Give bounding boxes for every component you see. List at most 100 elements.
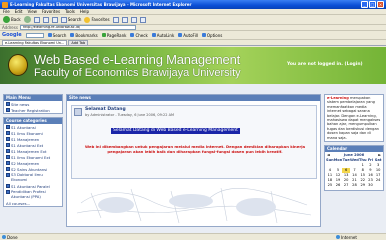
history-button[interactable] [112, 16, 119, 23]
folder-icon [6, 167, 10, 171]
status-zone: Internet [336, 235, 357, 240]
google-search-button[interactable]: Search [47, 32, 67, 38]
forward-button[interactable] [23, 16, 31, 23]
google-bookmarks-button[interactable]: Bookmarks [70, 33, 98, 38]
calendar-day[interactable]: 30 [367, 183, 375, 188]
calendar-day[interactable]: 25 [326, 183, 334, 188]
category-label: S1 Manajemen Ext [11, 148, 47, 154]
minimize-button[interactable]: _ [361, 1, 368, 8]
home-button[interactable] [51, 16, 58, 23]
edit-button[interactable] [139, 16, 146, 23]
calendar-prev-button[interactable]: ◄ [327, 153, 330, 157]
star-icon [84, 16, 91, 23]
site-banner: Web Based e-Learning Management Faculty … [0, 47, 386, 84]
google-autolink-button[interactable]: AutoLink [151, 33, 174, 38]
menu-edit[interactable]: Edit [15, 9, 23, 14]
google-search-input[interactable] [25, 32, 44, 38]
folder-icon [6, 149, 10, 153]
folder-icon [6, 137, 10, 141]
all-courses-link[interactable]: All courses... [4, 200, 62, 206]
folder-icon [6, 184, 10, 188]
calendar-day[interactable]: 27 [342, 183, 350, 188]
address-input[interactable]: http://elearning.fe.unibraw.ac.id/ [19, 25, 136, 30]
close-button[interactable]: × [377, 1, 384, 8]
page-icon [2, 235, 6, 239]
options-icon [201, 33, 206, 37]
post-title[interactable]: Selamat Datang [85, 107, 126, 112]
search-button[interactable]: Search [60, 16, 82, 23]
status-bar: Done Internet [0, 233, 386, 240]
about-emphasis: e-Learning [327, 96, 349, 100]
google-autofill-button[interactable]: AutoFill [178, 33, 198, 38]
add-tab-button[interactable]: Add Tab [68, 40, 89, 45]
calendar-day[interactable]: 29 [359, 183, 367, 188]
category-label: S3 Doktoral Ilmu Ekonomi [11, 172, 43, 182]
calendar-month[interactable]: June 2006 [344, 153, 364, 157]
status-done: Done [2, 235, 18, 240]
toolbar: Back Search Favorites [0, 15, 386, 25]
calendar-day[interactable]: 28 [350, 183, 359, 188]
menu-view[interactable]: View [27, 9, 37, 14]
window-controls: _ □ × [361, 1, 384, 8]
tab-elearning[interactable]: e-Learning Fakultas Ekonomi Un... [2, 40, 68, 45]
favorites-button[interactable]: Favorites [84, 16, 110, 23]
news-post: Selamat Datang by Administrator - Tuesda… [71, 105, 317, 179]
calendar-day[interactable]: 26 [334, 183, 343, 188]
refresh-button[interactable] [42, 16, 49, 23]
site-subtitle: Faculty of Economics Brawijaya Universit… [34, 67, 241, 79]
calendar-block: Calendar ◄ June 2006 ► Sun Mon Tue Wed Thu Fr… [324, 145, 384, 192]
page-icon [6, 108, 10, 112]
left-column: Main Menu Site news Teacher Registration… [3, 94, 63, 210]
calendar-day [374, 183, 382, 188]
browser-window: E-Learning Fakultas Ekonomi Universitas … [0, 0, 386, 240]
autofill-icon [178, 33, 183, 37]
bookmark-icon [70, 33, 75, 37]
author-avatar [74, 108, 82, 116]
menu-file[interactable]: File [3, 9, 10, 14]
google-pagerank-button[interactable]: PageRank [101, 33, 126, 38]
title-bar: E-Learning Fakultas Ekonomi Universitas … [0, 0, 386, 9]
category-item[interactable]: S3 Doktoral Ilmu Ekonomi [4, 172, 62, 183]
folder-icon [6, 173, 10, 177]
main-menu-label: Teacher Registration [11, 107, 50, 113]
autolink-icon [151, 33, 156, 37]
tab-row: e-Learning Fakultas Ekonomi Un... Add Ta… [0, 40, 386, 46]
search-label: Search [67, 17, 82, 22]
maximize-button[interactable]: □ [369, 1, 376, 8]
internet-zone-icon [336, 235, 340, 239]
calendar-next-button[interactable]: ► [378, 153, 381, 157]
stop-button[interactable] [33, 16, 40, 23]
google-search-label: Search [52, 32, 67, 38]
about-body: merupakan sistem pembelajaran yang meman… [327, 96, 381, 140]
menu-favorites[interactable]: Favorites [42, 9, 60, 14]
category-label: S1 Ilmu Ekonomi [11, 130, 43, 136]
google-options-label: Options [206, 32, 223, 38]
main-menu-label: Site news [11, 101, 30, 107]
print-button[interactable] [130, 16, 137, 23]
post-body: Web ini dikembangkan untuk pengajaran me… [84, 144, 306, 154]
login-status[interactable]: You are not logged in. (Login) [287, 62, 363, 67]
menu-help[interactable]: Help [80, 9, 89, 14]
main-menu-item-teacher-registration[interactable]: Teacher Registration [4, 107, 62, 113]
right-column: e-Learning merupakan sistem pembelajaran… [324, 94, 384, 194]
site-news-header: Site news [67, 95, 320, 101]
mail-button[interactable] [121, 16, 128, 23]
about-block: e-Learning merupakan sistem pembelajaran… [324, 94, 384, 143]
university-logo [8, 54, 28, 76]
back-button[interactable]: Back [3, 16, 21, 23]
menu-tools[interactable]: Tools [65, 9, 75, 14]
search-icon [47, 33, 52, 37]
main-menu-block: Main Menu Site news Teacher Registration [3, 94, 63, 114]
news-icon [6, 102, 10, 106]
about-text: e-Learning merupakan sistem pembelajaran… [325, 95, 383, 141]
post-subject: Selamat Datang di Web Based e-Learning M… [111, 128, 240, 134]
category-label: All courses... [6, 200, 31, 206]
site-news-block: Site news Selamat Datang by Administrato… [66, 94, 321, 227]
back-label: Back [11, 17, 21, 22]
category-item[interactable]: Pendidikan Profesi Akuntansi (PPA) [4, 189, 62, 200]
pagerank-icon [101, 33, 106, 37]
google-options-button[interactable]: Options [201, 32, 223, 38]
calendar-grid: Sun Mon Tue Wed Thu Fri Sat 1 2 3 4 5 6 7 8 9 10 11 12 13 14… [325, 158, 383, 190]
folder-icon [6, 125, 10, 129]
google-check-button[interactable]: Check [130, 33, 148, 38]
